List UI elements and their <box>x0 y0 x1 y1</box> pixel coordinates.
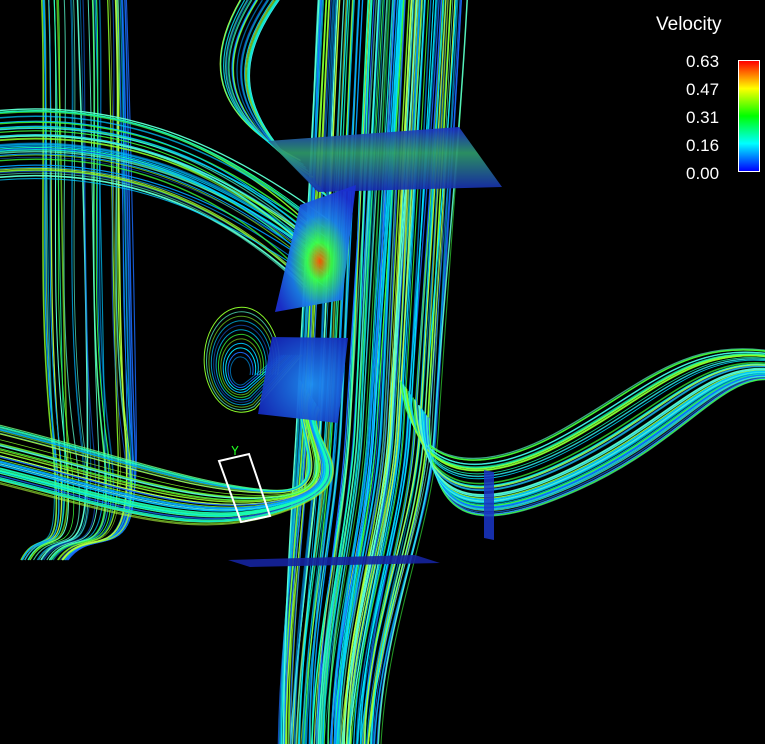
streamline <box>0 149 327 262</box>
legend-tick-4: 0.16 <box>686 136 720 155</box>
middle-cross-section-slice <box>258 337 348 423</box>
top-cross-section-slice <box>268 127 502 192</box>
axis-marker-icon <box>231 445 239 455</box>
upper-cross-section-slice <box>275 185 356 312</box>
legend-tick-3: 0.31 <box>686 108 720 127</box>
right-branch-slice <box>484 470 494 540</box>
legend-tick-min: 0.00 <box>686 164 720 183</box>
legend-title: Velocity <box>656 14 722 35</box>
streamline <box>406 355 765 472</box>
right-branch-streamlines <box>399 348 765 517</box>
legend-tick-2: 0.47 <box>686 80 720 99</box>
legend-tick-max: 0.63 <box>686 52 720 71</box>
streamline <box>406 355 765 472</box>
streamline-visualization <box>0 0 765 744</box>
streamline <box>0 143 325 257</box>
color-scale-bar <box>738 60 760 172</box>
streamline <box>404 353 765 468</box>
